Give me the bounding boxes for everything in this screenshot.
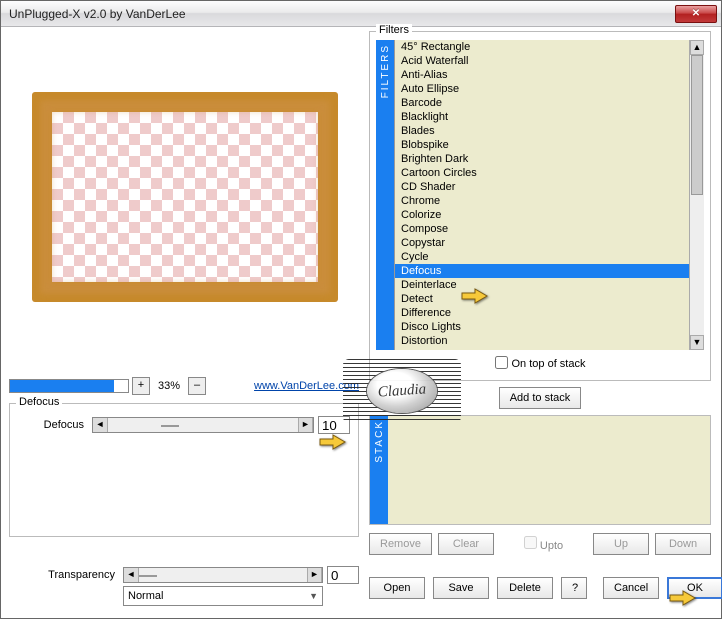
window-title: UnPlugged-X v2.0 by VanDerLee [9, 7, 675, 21]
list-item[interactable]: Colorize [395, 208, 689, 222]
ontop-checkbox[interactable] [495, 356, 508, 369]
list-item[interactable]: 45° Rectangle [395, 40, 689, 54]
left-pane: + 33% – www.VanDerLee.com Defocus Defocu… [9, 31, 359, 612]
list-item[interactable]: Anti-Alias [395, 68, 689, 82]
app-window: UnPlugged-X v2.0 by VanDerLee ✕ + 33% – … [0, 0, 722, 619]
preview-area [15, 31, 353, 341]
stack-list[interactable] [388, 416, 710, 524]
list-item[interactable]: Defocus [395, 264, 689, 278]
filters-group-title: Filters [376, 24, 412, 36]
transparency-slider[interactable]: ◄ ► [123, 567, 323, 583]
filters-scrollbar[interactable]: ▲ ▼ [689, 40, 704, 350]
remove-button[interactable]: Remove [369, 533, 432, 555]
filters-vlabel: FILTERS [376, 40, 394, 350]
defocus-group-title: Defocus [16, 396, 62, 408]
zoom-row: + 33% – www.VanDerLee.com [9, 375, 359, 397]
transparency-label: Transparency [9, 569, 119, 581]
stack-buttons: Remove Clear Upto Up Down [369, 533, 711, 555]
list-item[interactable]: Blades [395, 124, 689, 138]
save-button[interactable]: Save [433, 577, 489, 599]
chevron-down-icon: ▼ [309, 591, 318, 601]
down-button[interactable]: Down [655, 533, 711, 555]
stack-vlabel: STACK [370, 416, 388, 524]
filters-group: Filters FILTERS 45° RectangleAcid Waterf… [369, 31, 711, 381]
list-item[interactable]: Detect [395, 292, 689, 306]
filters-list[interactable]: 45° RectangleAcid WaterfallAnti-AliasAut… [395, 40, 689, 350]
scroll-up-button[interactable]: ▲ [690, 40, 704, 55]
help-button[interactable]: ? [561, 577, 587, 599]
list-item[interactable]: Blobspike [395, 138, 689, 152]
filters-box: FILTERS 45° RectangleAcid WaterfallAnti-… [376, 40, 704, 350]
blend-mode-select[interactable]: Normal ▼ [123, 586, 323, 606]
defocus-value-input[interactable] [318, 416, 350, 434]
cancel-button[interactable]: Cancel [603, 577, 659, 599]
list-item[interactable]: Blacklight [395, 110, 689, 124]
delete-button[interactable]: Delete [497, 577, 553, 599]
list-item[interactable]: Acid Waterfall [395, 54, 689, 68]
scroll-thumb[interactable] [691, 55, 703, 195]
list-item[interactable]: Chrome [395, 194, 689, 208]
list-item[interactable]: Disco Lights [395, 320, 689, 334]
vendor-link[interactable]: www.VanDerLee.com [254, 380, 359, 392]
list-item[interactable]: Deinterlace [395, 278, 689, 292]
up-button[interactable]: Up [593, 533, 649, 555]
defocus-label: Defocus [18, 419, 88, 431]
preview-image [32, 92, 338, 302]
list-item[interactable]: Distortion [395, 334, 689, 348]
scroll-down-button[interactable]: ▼ [690, 335, 704, 350]
close-button[interactable]: ✕ [675, 5, 717, 23]
slider-left-arrow[interactable]: ◄ [124, 568, 139, 582]
list-item[interactable]: Barcode [395, 96, 689, 110]
stack-box: STACK [369, 415, 711, 525]
defocus-group: Defocus Defocus ◄ ► [9, 403, 359, 537]
list-item[interactable]: Compose [395, 222, 689, 236]
transparency-controls: Transparency ◄ ► Normal ▼ [9, 564, 359, 608]
open-button[interactable]: Open [369, 577, 425, 599]
ontop-checkbox-label[interactable]: On top of stack [495, 358, 586, 370]
list-item[interactable]: Auto Ellipse [395, 82, 689, 96]
add-to-stack-button[interactable]: Add to stack [499, 387, 582, 409]
slider-right-arrow[interactable]: ► [307, 568, 322, 582]
list-item[interactable]: Cartoon Circles [395, 166, 689, 180]
slider-left-arrow[interactable]: ◄ [93, 418, 108, 432]
upto-checkbox-label[interactable]: Upto [524, 536, 563, 552]
progress-bar[interactable] [9, 379, 129, 393]
zoom-out-button[interactable]: – [188, 377, 206, 395]
blend-mode-value: Normal [128, 590, 163, 602]
filters-list-wrap: 45° RectangleAcid WaterfallAnti-AliasAut… [394, 40, 704, 350]
right-pane: Filters FILTERS 45° RectangleAcid Waterf… [369, 31, 711, 612]
list-item[interactable]: Difference [395, 306, 689, 320]
ok-button[interactable]: OK [667, 577, 722, 599]
ontop-row: On top of stack [376, 350, 704, 376]
list-item[interactable]: CD Shader [395, 180, 689, 194]
list-item[interactable]: Copystar [395, 236, 689, 250]
dialog-buttons: Open Save Delete ? Cancel OK [369, 577, 711, 599]
defocus-slider[interactable]: ◄ ► [92, 417, 314, 433]
list-item[interactable]: Cycle [395, 250, 689, 264]
upto-checkbox[interactable] [524, 536, 537, 549]
zoom-in-button[interactable]: + [132, 377, 150, 395]
slider-right-arrow[interactable]: ► [298, 418, 313, 432]
clear-button[interactable]: Clear [438, 533, 494, 555]
content: + 33% – www.VanDerLee.com Defocus Defocu… [1, 27, 721, 618]
zoom-value: 33% [153, 380, 185, 392]
list-item[interactable]: Brighten Dark [395, 152, 689, 166]
transparency-value-input[interactable] [327, 566, 359, 584]
titlebar: UnPlugged-X v2.0 by VanDerLee ✕ [1, 1, 721, 27]
defocus-row: Defocus ◄ ► [18, 416, 350, 434]
